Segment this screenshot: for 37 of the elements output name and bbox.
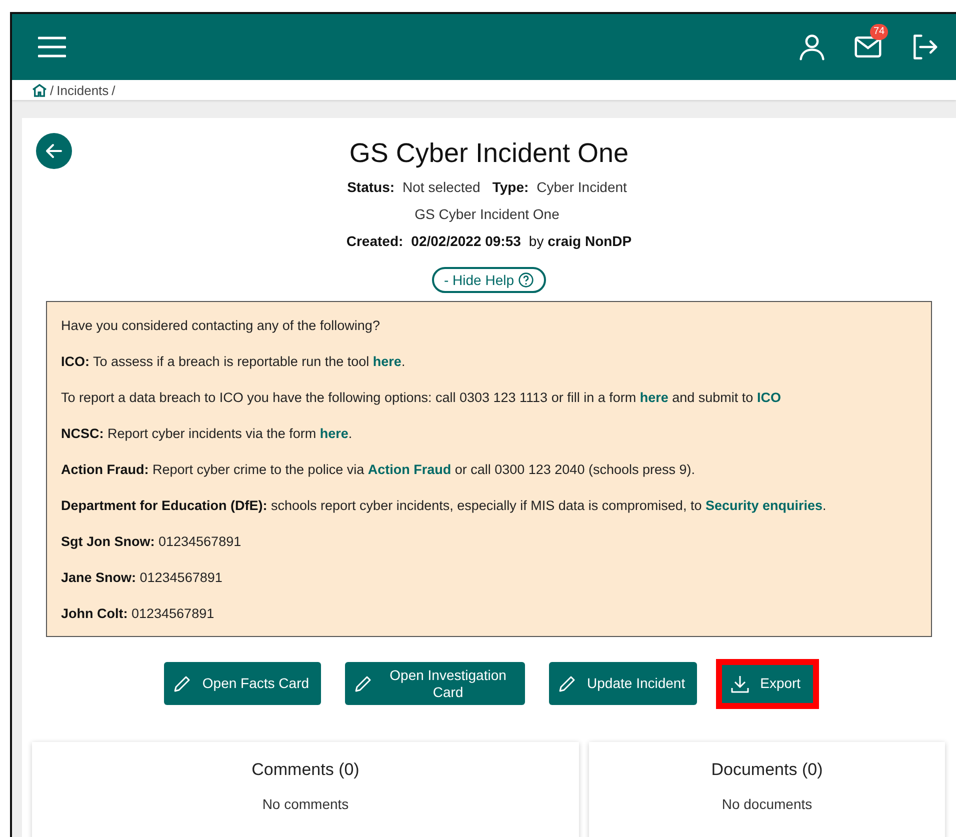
help-text: Jane Snow: 01234567891 <box>61 569 224 587</box>
empty-message: No comments <box>261 796 350 812</box>
breadcrumb-separator: / <box>112 82 116 98</box>
panel-title: Documents (0) <box>710 760 824 780</box>
notification-badge: 74 <box>870 24 888 40</box>
created-date: 02/02/2022 09:53 <box>411 233 521 249</box>
breadcrumb-separator: / <box>50 82 54 98</box>
help-text: Sgt Jon Snow: 01234567891 <box>61 533 242 551</box>
breadcrumb-link[interactable]: Incidents <box>56 82 109 98</box>
empty-message: No documents <box>720 796 814 812</box>
hide-help-button[interactable]: - Hide Help <box>432 267 546 293</box>
help-text: Action Fraud: Report cyber crime to the police via Action Fraud or call 0300 123 2040 (schools press 9). <box>61 461 696 479</box>
help-text: Department for Education (DfE): schools report cyber incidents, especially if MIS data is compromised, to Security enquiries. <box>61 497 828 515</box>
action-button[interactable]: Update Incident <box>549 662 698 705</box>
type-label: Type: <box>492 179 529 195</box>
status-label: Status: <box>347 179 395 195</box>
help-link[interactable]: ICO <box>756 390 781 405</box>
action-button[interactable]: Open Facts Card <box>164 662 322 705</box>
author-text: by craig NonDP <box>528 233 632 249</box>
action-button[interactable]: Open Investigation Card <box>345 662 526 705</box>
help-link[interactable]: here <box>320 426 348 441</box>
status-value: Not selected <box>402 179 480 195</box>
panel-title: Comments (0) <box>250 760 360 780</box>
help-text: ICO: To assess if a breach is reportable run the tool here. <box>61 353 406 371</box>
action-button[interactable]: Export <box>722 664 813 702</box>
help-link[interactable]: here <box>640 390 668 405</box>
help-text: John Colt: 01234567891 <box>61 605 216 623</box>
help-link[interactable]: Action Fraud <box>368 462 452 477</box>
help-text: To report a data breach to ICO you have the following options: call 0303 123 1113 or fill in a form here and submit to ICO <box>61 389 782 407</box>
incident-title: GS Cyber Incident One <box>349 138 629 169</box>
help-link[interactable]: Security enquiries <box>705 498 822 513</box>
help-text: NCSC: Report cyber incidents via the form here. <box>61 425 354 443</box>
help-link[interactable]: here <box>372 354 402 369</box>
incident-description: GS Cyber Incident One <box>414 206 560 222</box>
type-value: Cyber Incident <box>536 179 627 195</box>
created-label: Created: <box>346 233 404 249</box>
help-text: Have you considered contacting any of the following? <box>61 317 381 335</box>
